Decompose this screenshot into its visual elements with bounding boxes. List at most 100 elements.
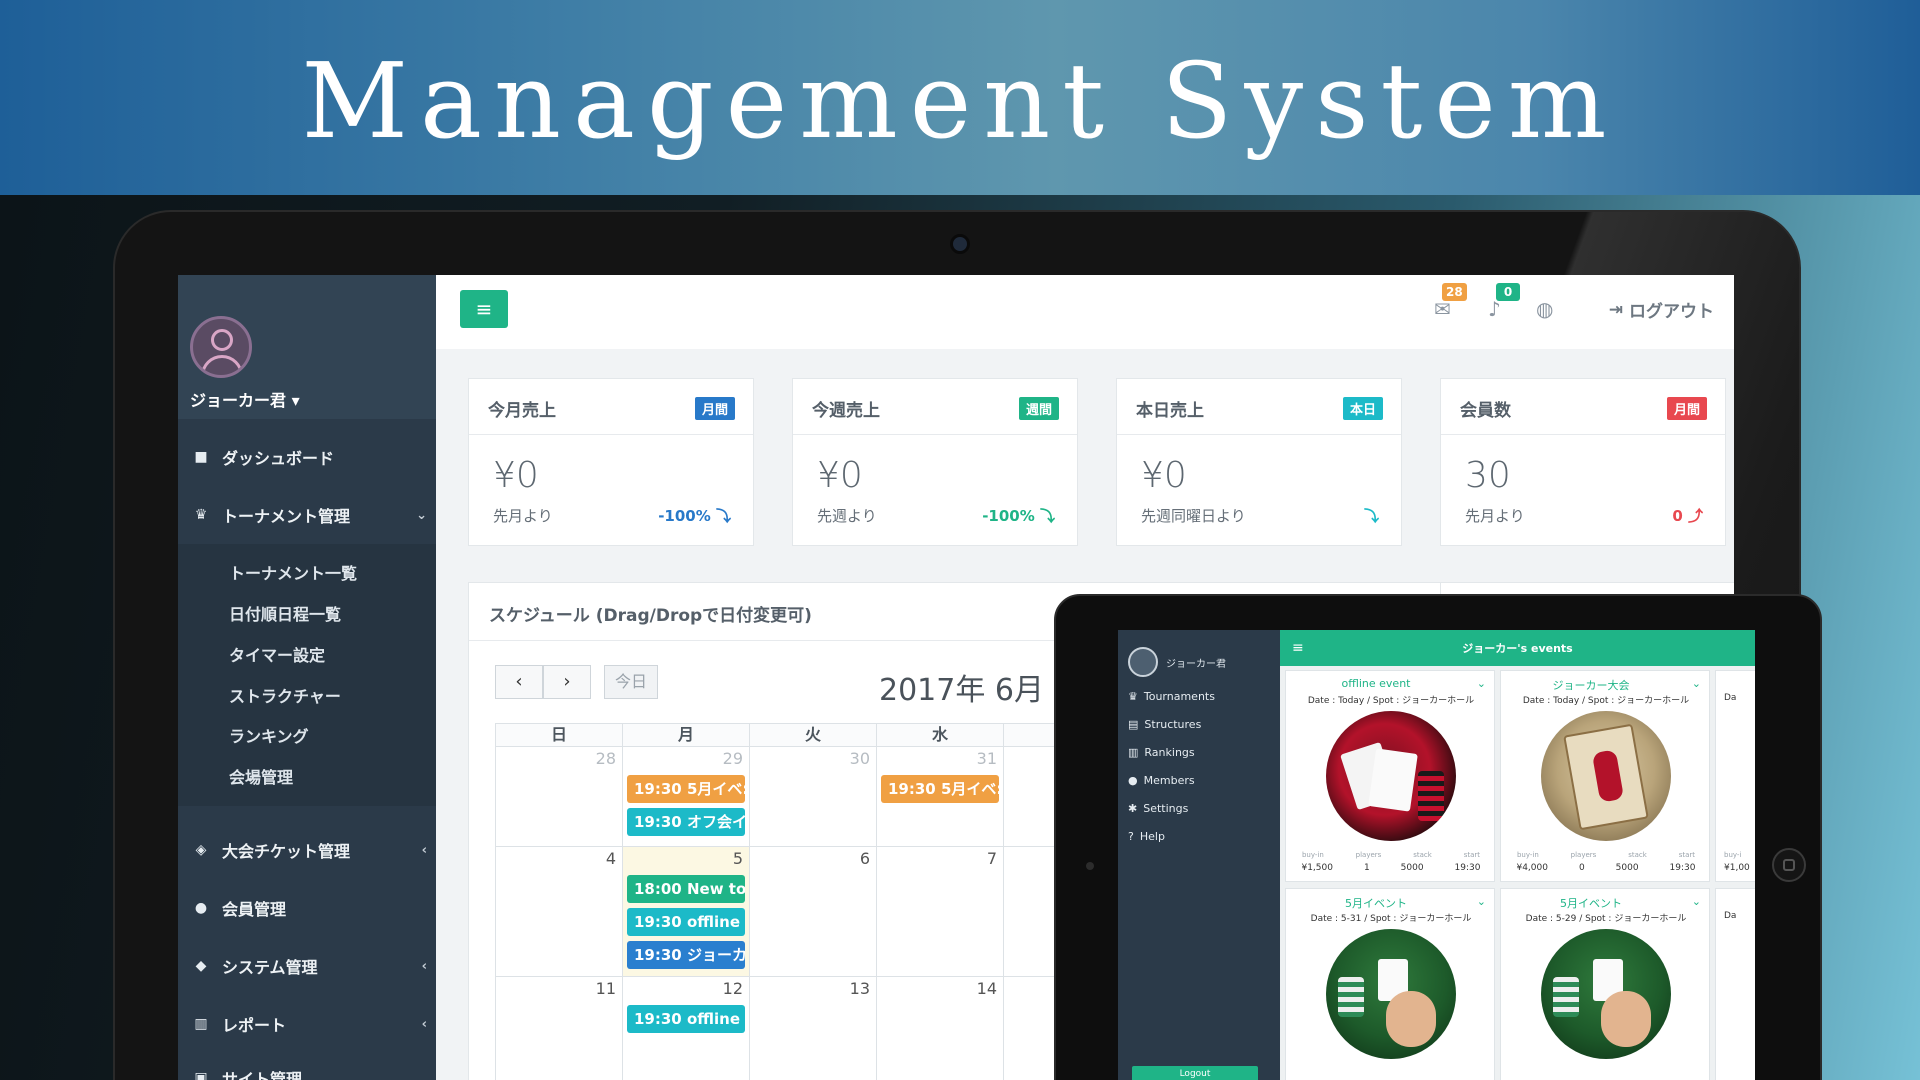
weekday-header: 月 [622, 723, 750, 747]
calendar-day[interactable]: 11 [495, 976, 623, 1080]
tablet-menu-structures[interactable]: ▤ Structures [1128, 718, 1201, 731]
submenu-tournament-list[interactable]: トーナメント一覧 [229, 560, 357, 584]
card-value: ¥0 [493, 455, 539, 496]
stat-label: stack [1628, 851, 1647, 859]
period-label: 月間 [694, 397, 735, 420]
topbar: ≡ ✉ 28 ♪ 0 ◍ ⇥ ログアウト [436, 275, 1734, 349]
day-number: 14 [976, 979, 997, 998]
stat-value: ¥4,000 [1516, 863, 1548, 873]
day-number: 5 [732, 849, 743, 868]
sidebar-item-label: サイト管理 [222, 1070, 303, 1080]
tablet-frame: ジョーカー君 ♛ Tournaments ▤ Structures ▥ Ranking… [1054, 594, 1822, 1080]
period-label: 月間 [1666, 397, 1707, 420]
logout-button[interactable]: ⇥ ログアウト [1609, 297, 1714, 323]
tablet-home-button[interactable] [1772, 848, 1806, 882]
banner: Management System [0, 0, 1920, 195]
hamburger-menu-button[interactable]: ≡ [460, 290, 508, 328]
event-date: Date : Today / Spot : ジョーカーホール [1307, 696, 1475, 706]
event-image-joker [1541, 711, 1671, 841]
submenu-timer-settings[interactable]: タイマー設定 [229, 642, 325, 666]
calendar-day[interactable]: 14 [876, 976, 1004, 1080]
submenu-schedule-list[interactable]: 日付順日程一覧 [229, 601, 341, 625]
username-label: ジョーカー君 [190, 391, 287, 410]
sidebar-item-system[interactable]: ◆ システム管理 ‹ [192, 951, 427, 981]
calendar-event[interactable]: 19:30 5月イベ: [881, 775, 999, 803]
tablet-screen: ジョーカー君 ♛ Tournaments ▤ Structures ▥ Ranking… [1118, 630, 1755, 1080]
card-delta: ⤵ [1363, 507, 1379, 525]
avatar[interactable] [190, 316, 252, 378]
calendar-event[interactable]: 19:30 ジョーカ [627, 941, 745, 969]
calendar-day[interactable]: 12 19:30 offline e [622, 976, 750, 1080]
chevron-left-icon: ‹ [421, 958, 427, 974]
calendar-day[interactable]: 6 [749, 846, 877, 977]
event-card[interactable]: offline event ⌄ Date : Today / Spot : ジョ… [1285, 670, 1495, 882]
calendar-day[interactable]: 7 [876, 846, 1004, 977]
structure-icon: ▤ [1128, 718, 1139, 731]
sidebar-item-label: 大会チケット管理 [222, 842, 351, 861]
next-month-button[interactable]: › [543, 665, 591, 699]
username-dropdown[interactable]: ジョーカー君 ▾ [190, 387, 300, 411]
event-card[interactable]: 5月イベント ⌄ Date : 5-29 / Spot : ジョーカーホール [1500, 888, 1710, 1080]
today-button[interactable]: 今日 [604, 665, 658, 699]
event-card-partial[interactable]: Da [1715, 888, 1755, 1080]
event-date: Date : 5-31 / Spot : ジョーカーホール [1310, 914, 1472, 924]
event-card-partial[interactable]: Da buy-i ¥1,00 [1715, 670, 1755, 882]
tablet-menu-tournaments[interactable]: ♛ Tournaments [1128, 690, 1215, 703]
sidebar-item-tickets[interactable]: ◈ 大会チケット管理 ‹ [192, 835, 427, 865]
home-button-icon [1783, 859, 1795, 871]
sidebar-item-label: ダッシュボード [222, 449, 335, 468]
tablet-menu-label: Help [1139, 830, 1165, 843]
sidebar-item-report[interactable]: ▥ レポート ‹ [192, 1009, 427, 1039]
stat-card-monthly-sales: 今月売上 月間 ¥0 先月より -100% ⤵ [468, 378, 754, 546]
calendar-day[interactable]: 4 [495, 846, 623, 977]
calendar-day[interactable]: 29 19:30 5月イベ: 19:30 オフ会イ [622, 746, 750, 847]
tablet-logout-button[interactable]: Logout [1132, 1066, 1258, 1080]
calendar-event[interactable]: 18:00 New tou [627, 875, 745, 903]
dashboard-icon: ■ [194, 449, 208, 465]
card-value: 30 [1465, 455, 1511, 496]
card-value: ¥0 [817, 455, 863, 496]
calendar-day[interactable]: 31 19:30 5月イベ: [876, 746, 1004, 847]
sidebar-item-site[interactable]: ▣ サイト管理 [192, 1063, 427, 1080]
chevron-down-icon: ⌄ [1691, 895, 1701, 908]
tournament-submenu: トーナメント一覧 日付順日程一覧 タイマー設定 ストラクチャー ランキング 会場… [178, 544, 436, 806]
hand-shape [1601, 991, 1651, 1047]
calendar-event[interactable]: 19:30 オフ会イ [627, 808, 745, 836]
mail-button[interactable]: ✉ 28 [1434, 283, 1467, 321]
notification-button[interactable]: ♪ 0 [1488, 283, 1520, 321]
user-icon: ● [194, 900, 208, 916]
event-image-cards [1326, 711, 1456, 841]
event-card[interactable]: 5月イベント ⌄ Date : 5-31 / Spot : ジョーカーホール [1285, 888, 1495, 1080]
calendar-event[interactable]: 19:30 offline e [627, 908, 745, 936]
event-card[interactable]: ジョーカー大会 ⌄ Date : Today / Spot : ジョーカーホール… [1500, 670, 1710, 882]
globe-button[interactable]: ◍ [1536, 297, 1553, 321]
tablet-menu-help[interactable]: ? Help [1128, 830, 1165, 843]
sidebar-item-dashboard[interactable]: ■ ダッシュボード [192, 442, 334, 472]
card-delta: -100% ⤵ [982, 507, 1055, 525]
card-title: 今週売上 [812, 401, 880, 421]
card-delta: -100% ⤵ [658, 507, 731, 525]
submenu-venue[interactable]: 会場管理 [229, 764, 293, 788]
tablet-menu-settings[interactable]: ✱ Settings [1128, 802, 1188, 815]
submenu-ranking[interactable]: ランキング [229, 723, 309, 747]
stat-card-members: 会員数 月間 30 先月より 0 ⤴ [1440, 378, 1726, 546]
calendar-event[interactable]: 19:30 offline e [627, 1005, 745, 1033]
submenu-structure[interactable]: ストラクチャー [229, 683, 341, 707]
sidebar-item-tournament[interactable]: ♛ トーナメント管理 ⌄ [192, 500, 427, 530]
avatar-body [201, 355, 243, 375]
period-label: 本日 [1342, 397, 1383, 420]
tablet-menu-rankings[interactable]: ▥ Rankings [1128, 746, 1195, 759]
calendar-day[interactable]: 13 [749, 976, 877, 1080]
cube-icon: ◆ [195, 958, 207, 974]
tablet-menu-members[interactable]: ● Members [1128, 774, 1195, 787]
card-value: ¥0 [1141, 455, 1187, 496]
prev-month-button[interactable]: ‹ [495, 665, 543, 699]
tablet-user[interactable]: ジョーカー君 [1128, 646, 1272, 678]
sidebar-item-members[interactable]: ● 会員管理 [192, 893, 286, 923]
mail-badge: 28 [1442, 283, 1467, 301]
calendar-event[interactable]: 19:30 5月イベ: [627, 775, 745, 803]
calendar-day[interactable]: 30 [749, 746, 877, 847]
calendar-day-today[interactable]: 5 18:00 New tou 19:30 offline e 19:30 ジョ… [622, 846, 750, 977]
calendar-day[interactable]: 28 [495, 746, 623, 847]
event-image-table [1541, 929, 1671, 1059]
